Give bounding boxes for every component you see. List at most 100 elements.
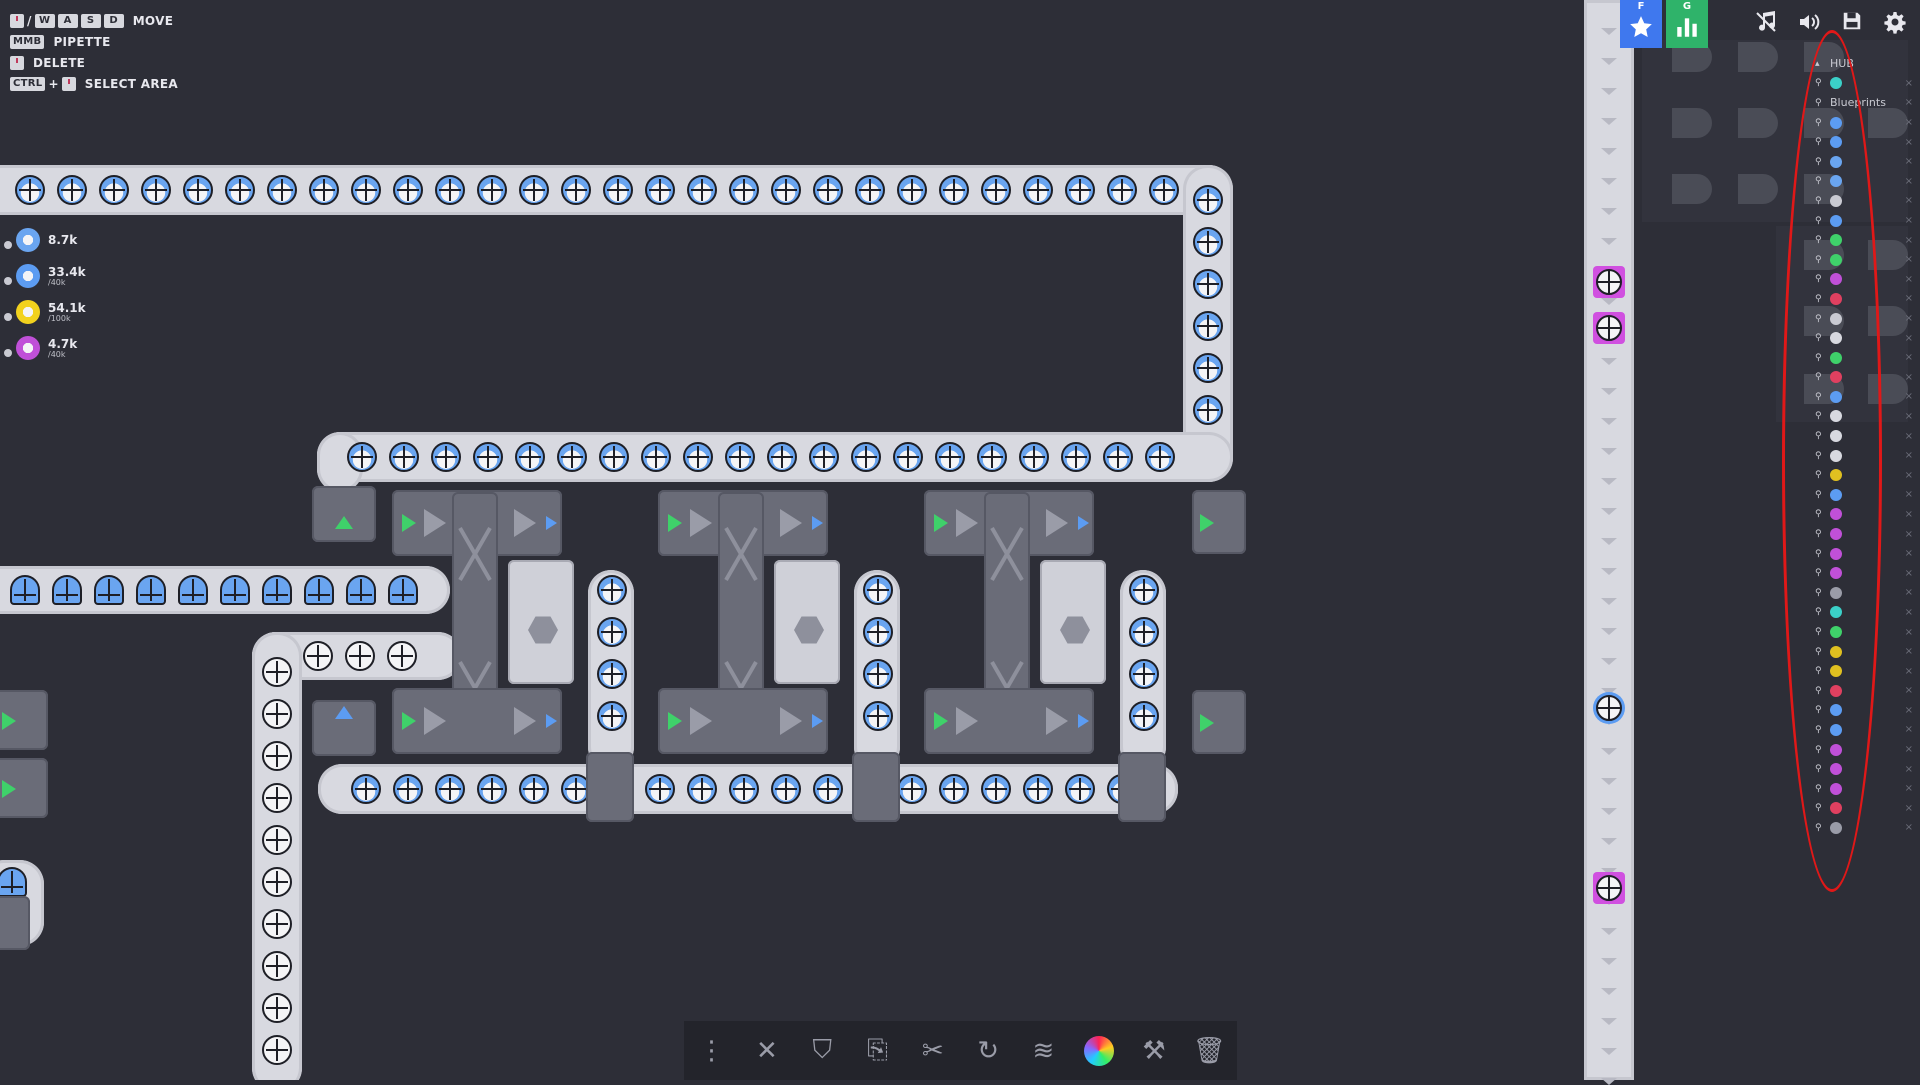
close-icon[interactable]: × [1905, 235, 1913, 246]
save-icon[interactable] [1837, 10, 1867, 40]
merger-building[interactable] [586, 752, 634, 822]
input-arrow-icon[interactable] [402, 712, 416, 730]
pin-icon[interactable]: ⚲ [1815, 314, 1823, 324]
direction-arrow-icon[interactable] [956, 509, 978, 537]
gear-icon[interactable] [1880, 10, 1910, 40]
rotate-icon[interactable]: ↻ [968, 1031, 1008, 1071]
trash-icon[interactable]: 🗑 [1189, 1031, 1229, 1071]
music-icon[interactable] [1751, 10, 1781, 40]
pin-row[interactable]: ⚲ × [1815, 191, 1915, 211]
close-icon[interactable]: × [1905, 764, 1913, 775]
pin-row[interactable]: ⚲ × [1815, 779, 1915, 799]
pin-row[interactable]: ⚲ × [1815, 328, 1915, 348]
splitter-icon[interactable] [451, 530, 499, 578]
close-icon[interactable]: × [1905, 137, 1913, 148]
pin-icon[interactable]: ⚲ [1815, 745, 1823, 755]
speaker-icon[interactable] [1794, 10, 1824, 40]
tunnel-tool-icon[interactable]: ⛉ [802, 1031, 842, 1071]
pin-icon[interactable]: ⚲ [1815, 509, 1823, 519]
close-icon[interactable]: × [1905, 431, 1913, 442]
pin-icon[interactable]: ⚲ [1815, 666, 1823, 676]
pin-row[interactable]: ⚲ × [1815, 250, 1915, 270]
pin-row[interactable]: ⚲ × [1815, 485, 1915, 505]
close-icon[interactable]: × [1905, 607, 1913, 618]
balancer-building[interactable] [658, 688, 828, 754]
close-icon[interactable]: × [1905, 117, 1913, 128]
balancer-building[interactable] [392, 688, 562, 754]
game-world[interactable] [0, 0, 1585, 1080]
close-icon[interactable]: × [1905, 489, 1913, 500]
output-arrow-icon[interactable] [812, 714, 823, 728]
close-icon[interactable]: × [1905, 293, 1913, 304]
input-arrow-icon[interactable] [668, 712, 682, 730]
pin-icon[interactable]: ⚲ [1815, 529, 1823, 539]
favorites-button[interactable]: F [1620, 0, 1662, 48]
close-icon[interactable]: × [1905, 822, 1913, 833]
pin-icon[interactable]: ⚲ [1815, 255, 1823, 265]
pin-icon[interactable]: ⚲ [1815, 803, 1823, 813]
pin-icon[interactable]: ⚲ [1815, 294, 1823, 304]
direction-arrow-icon[interactable] [514, 509, 536, 537]
pin-row[interactable]: ⚲ × [1815, 387, 1915, 407]
pin-row[interactable]: ⚲ × [1815, 622, 1915, 642]
pin-icon[interactable]: ▴ [1815, 59, 1823, 69]
merger-building[interactable] [1118, 752, 1166, 822]
pin-icon[interactable]: ⚲ [1815, 549, 1823, 559]
pin-row[interactable]: ⚲ × [1815, 368, 1915, 388]
close-icon[interactable]: × [1905, 78, 1913, 89]
pin-icon[interactable]: ⚲ [1815, 411, 1823, 421]
pin-icon[interactable]: ⚲ [1815, 725, 1823, 735]
splitter-icon[interactable] [983, 530, 1031, 578]
pin-icon[interactable]: ⚲ [1815, 353, 1823, 363]
pin-icon[interactable]: ⚲ [1815, 451, 1823, 461]
direction-arrow-icon[interactable] [1046, 707, 1068, 735]
pin-icon[interactable]: ⚲ [1815, 176, 1823, 186]
close-icon[interactable]: × [1905, 313, 1913, 324]
pin-row-hub[interactable]: ▴ HUB [1815, 54, 1915, 74]
splitter-icon[interactable] [717, 530, 765, 578]
pin-icon[interactable]: ⚲ [1815, 78, 1823, 88]
pin-row[interactable]: ⚲ × [1815, 661, 1915, 681]
pin-icon[interactable]: ⚲ [1815, 333, 1823, 343]
pin-icon[interactable]: ⚲ [1815, 431, 1823, 441]
pin-icon[interactable]: ⚲ [1815, 607, 1823, 617]
direction-arrow-icon[interactable] [690, 509, 712, 537]
resource-row[interactable]: 8.7k [0, 222, 86, 258]
direction-arrow-icon[interactable] [690, 707, 712, 735]
input-arrow-icon[interactable] [934, 514, 948, 532]
input-arrow-icon[interactable] [668, 514, 682, 532]
pin-row[interactable]: ⚲ × [1815, 309, 1915, 329]
color-wheel-icon[interactable] [1079, 1031, 1119, 1071]
pin-icon[interactable]: ⚲ [1815, 216, 1823, 226]
pin-icon[interactable]: ⚲ [1815, 98, 1823, 108]
pin-icon[interactable]: ⚲ [1815, 823, 1823, 833]
pin-row-blueprints[interactable]: ⚲ Blueprints × [1815, 93, 1915, 113]
pin-row[interactable]: ⚲ × [1815, 465, 1915, 485]
pin-row[interactable]: ⚲ × [1815, 524, 1915, 544]
direction-arrow-icon[interactable] [1046, 509, 1068, 537]
split-tool-icon[interactable]: ✕ [747, 1031, 787, 1071]
close-icon[interactable]: × [1905, 705, 1913, 716]
pin-icon[interactable]: ⚲ [1815, 470, 1823, 480]
close-icon[interactable]: × [1905, 646, 1913, 657]
direction-arrow-icon[interactable] [424, 509, 446, 537]
pin-icon[interactable]: ⚲ [1815, 705, 1823, 715]
pin-icon[interactable]: ⚲ [1815, 784, 1823, 794]
pin-row[interactable]: ⚲ × [1815, 289, 1915, 309]
close-icon[interactable]: × [1905, 274, 1913, 285]
info-icon[interactable] [4, 241, 12, 249]
close-icon[interactable]: × [1905, 529, 1913, 540]
close-icon[interactable]: × [1905, 666, 1913, 677]
pin-icon[interactable]: ⚲ [1815, 157, 1823, 167]
direction-arrow-icon[interactable] [424, 707, 446, 735]
pin-row[interactable]: ⚲ × [1815, 701, 1915, 721]
belt-tool-icon[interactable]: ⋮ [692, 1031, 732, 1071]
pin-icon[interactable]: ⚲ [1815, 118, 1823, 128]
pin-row[interactable]: ⚲ × [1815, 407, 1915, 427]
pin-row[interactable]: ⚲ × [1815, 74, 1915, 94]
close-icon[interactable]: × [1905, 685, 1913, 696]
close-icon[interactable]: × [1905, 450, 1913, 461]
belt-right-vertical[interactable] [1584, 0, 1634, 1085]
close-icon[interactable]: × [1905, 587, 1913, 598]
close-icon[interactable]: × [1905, 411, 1913, 422]
